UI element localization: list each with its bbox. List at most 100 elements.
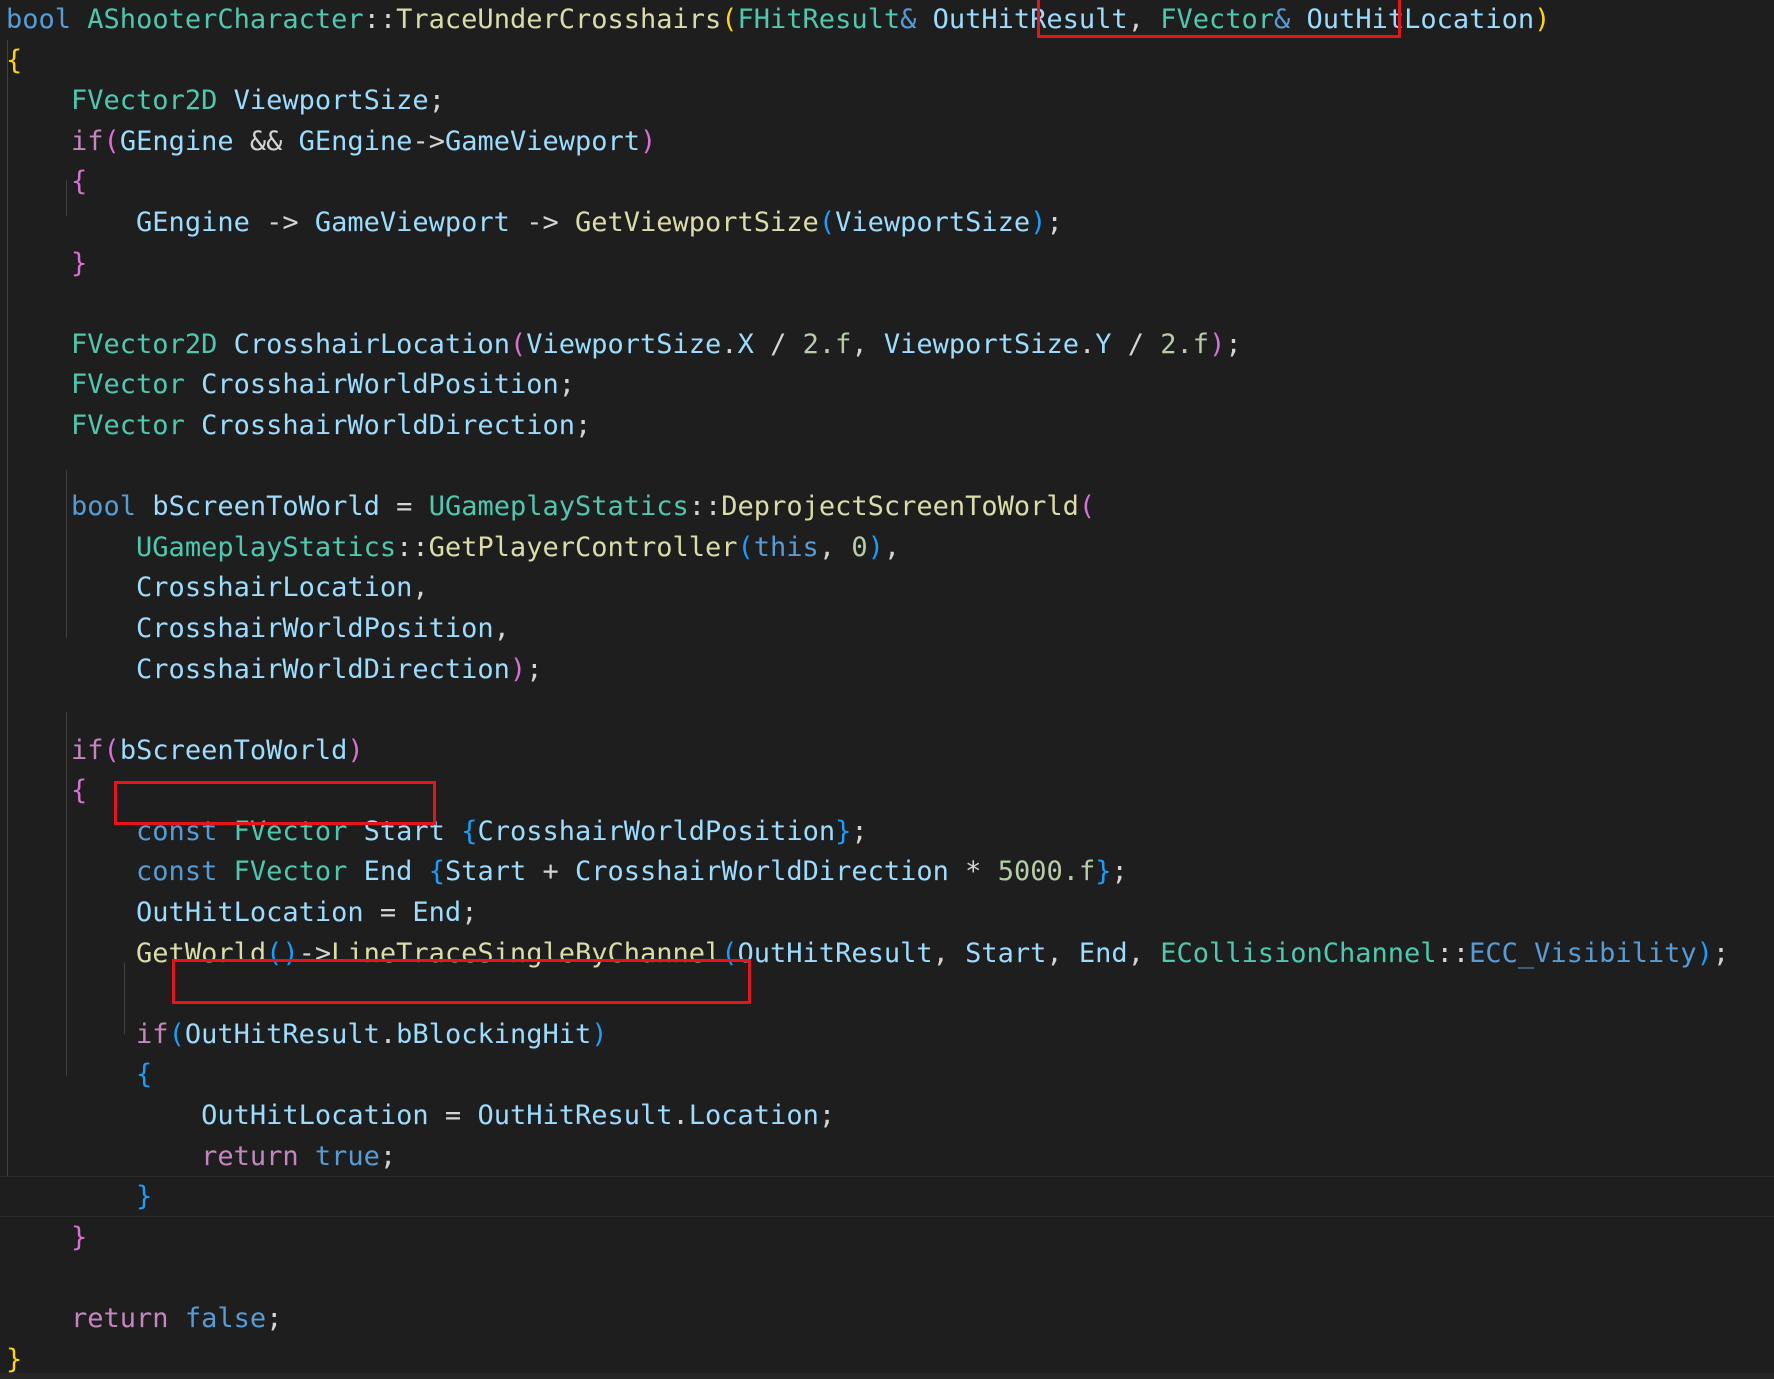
code-token: } [71, 1221, 88, 1253]
code-line[interactable]: { [6, 1055, 1774, 1096]
code-line[interactable]: } [6, 1177, 1774, 1218]
code-line[interactable] [6, 690, 1774, 731]
code-token: & [1274, 4, 1291, 35]
code-line[interactable]: CrosshairLocation, [6, 568, 1774, 609]
code-token: , [818, 531, 852, 563]
code-line[interactable]: if(GEngine && GEngine->GameViewport) [6, 122, 1774, 163]
code-line[interactable]: bool bScreenToWorld = UGameplayStatics::… [6, 487, 1774, 528]
code-token: GEngine [298, 125, 413, 157]
code-token: { [461, 815, 478, 847]
code-token: & [900, 4, 917, 35]
code-line[interactable]: FVector2D ViewportSize; [6, 81, 1774, 122]
code-token: ( [737, 531, 754, 563]
code-token: && [233, 125, 299, 157]
code-line[interactable]: GetWorld()->LineTraceSingleByChannel(Out… [6, 934, 1774, 975]
code-token: ( [818, 206, 836, 238]
code-token: . [1078, 328, 1096, 360]
code-token: ( [103, 125, 120, 157]
code-token: ( [168, 1018, 185, 1050]
code-token: , [851, 328, 884, 360]
code-token: ViewportSize [883, 328, 1079, 360]
code-line[interactable]: } [6, 244, 1774, 285]
code-token: ; [851, 815, 868, 847]
code-token: * [948, 856, 998, 888]
code-token: :: [396, 531, 429, 563]
code-line[interactable]: { [6, 771, 1774, 812]
code-line[interactable]: GEngine -> GameViewport -> GetViewportSi… [6, 203, 1774, 244]
code-token: . [721, 328, 738, 360]
code-token: { [428, 856, 445, 888]
code-line[interactable]: if(OutHitResult.bBlockingHit) [6, 1015, 1774, 1056]
code-token: FVector2D [71, 328, 218, 360]
code-token: ; [1111, 856, 1128, 888]
code-token: ) [1696, 937, 1713, 969]
code-token: ( [509, 328, 527, 360]
code-token: CrosshairWorldDirection [575, 856, 949, 888]
code-token: = [428, 1100, 478, 1132]
code-line[interactable]: FVector CrosshairWorldDirection; [6, 406, 1774, 447]
code-line[interactable]: return false; [6, 1299, 1774, 1340]
code-token: FVector [233, 856, 348, 888]
code-token: ( [721, 4, 738, 35]
code-line[interactable]: const FVector End {Start + CrosshairWorl… [6, 852, 1774, 893]
code-line[interactable]: FVector2D CrosshairLocation(ViewportSize… [6, 325, 1774, 366]
code-token: Location [688, 1100, 819, 1132]
code-token: { [71, 775, 88, 807]
code-token: Start [444, 856, 527, 888]
code-token: FVector [233, 815, 348, 847]
code-token: ViewportSize [233, 85, 429, 117]
code-line[interactable] [6, 1258, 1774, 1299]
code-line[interactable]: CrosshairWorldDirection); [6, 650, 1774, 691]
code-line[interactable]: } [6, 1218, 1774, 1259]
code-token: . [672, 1100, 689, 1132]
code-token: this [753, 531, 819, 563]
code-token: ) [1030, 206, 1047, 238]
code-line[interactable]: { [6, 162, 1774, 203]
code-line[interactable]: CrosshairWorldPosition, [6, 609, 1774, 650]
code-line[interactable] [6, 974, 1774, 1015]
code-token: ) [1534, 4, 1551, 35]
code-token: , [883, 531, 901, 563]
code-token: () [266, 937, 299, 969]
code-token: / [1111, 328, 1161, 360]
code-line[interactable] [6, 284, 1774, 325]
code-line[interactable]: { [6, 41, 1774, 82]
code-line[interactable]: UGameplayStatics::GetPlayerController(th… [6, 528, 1774, 569]
code-token: . [379, 1018, 397, 1050]
code-line[interactable]: OutHitLocation = End; [6, 893, 1774, 934]
code-area[interactable]: bool AShooterCharacter::TraceUnderCrossh… [6, 0, 1774, 1379]
code-editor[interactable]: bool AShooterCharacter::TraceUnderCrossh… [0, 0, 1774, 1379]
code-token: GEngine [136, 206, 250, 238]
code-token: ( [1078, 491, 1096, 523]
code-token: :: [688, 491, 722, 523]
code-token: ) [509, 653, 527, 685]
code-line[interactable]: OutHitLocation = OutHitResult.Location; [6, 1096, 1774, 1137]
code-line[interactable] [6, 447, 1774, 488]
code-line[interactable]: return true; [6, 1137, 1774, 1178]
code-token: -> [249, 206, 315, 238]
code-line[interactable]: if(bScreenToWorld) [6, 731, 1774, 772]
code-token: End [363, 856, 413, 888]
code-token: FHitResult [737, 4, 901, 35]
code-line[interactable]: FVector CrosshairWorldPosition; [6, 365, 1774, 406]
code-token: ; [1712, 937, 1730, 969]
code-line[interactable]: const FVector Start {CrosshairWorldPosit… [6, 812, 1774, 853]
code-line[interactable]: bool AShooterCharacter::TraceUnderCrossh… [6, 0, 1774, 41]
code-token: ) [347, 734, 364, 766]
